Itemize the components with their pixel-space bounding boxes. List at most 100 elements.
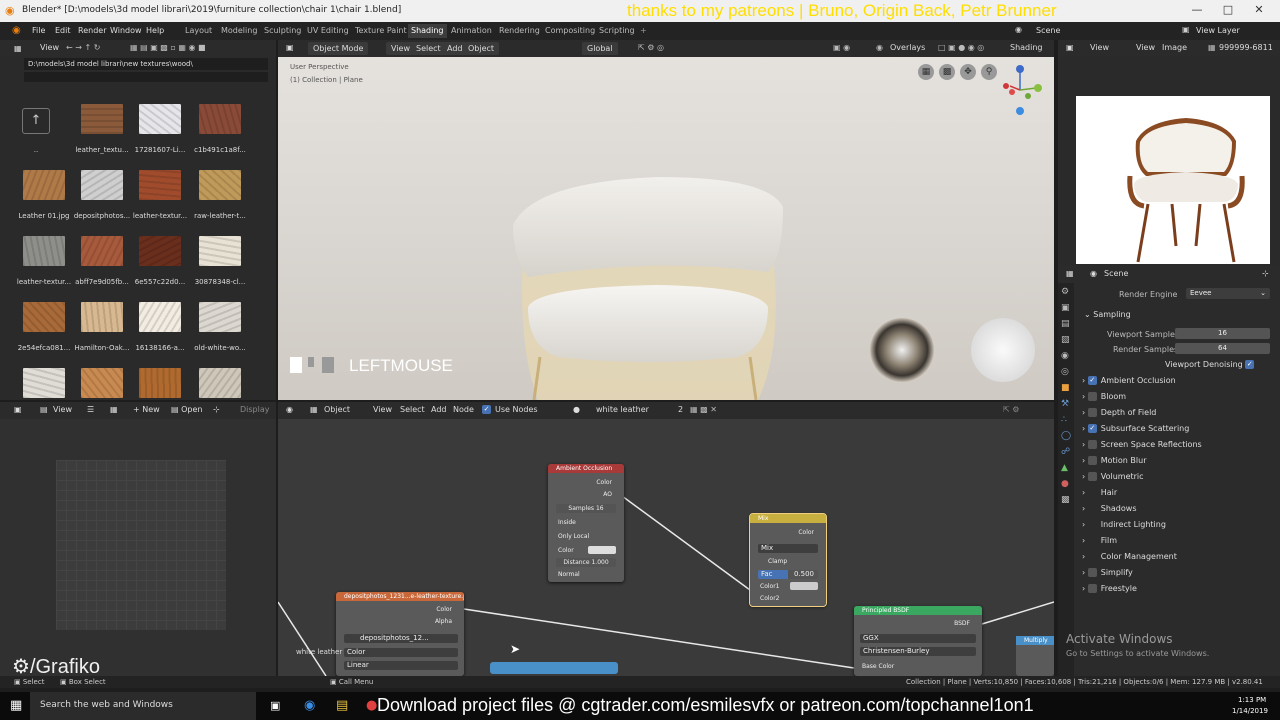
viewport-denoising-checkbox[interactable]: Viewport Denoising ✓ [1165, 360, 1258, 369]
data-tab-icon[interactable]: ▲ [1061, 463, 1068, 473]
viewport-object-menu[interactable]: Object [463, 42, 500, 55]
3d-viewport[interactable]: ▣ Object Mode View Select Add Object Glo… [278, 40, 1054, 400]
viewport-editor-icon[interactable]: ▣ [286, 43, 294, 52]
edge-browser-icon[interactable]: ◉ [304, 698, 315, 713]
file-name-label[interactable]: leather-textur... [128, 212, 192, 220]
file-browser-view-menu[interactable]: View [40, 43, 59, 52]
taskbar-search-box[interactable]: Search the web and Windows [30, 692, 256, 720]
tab-shading[interactable]: Shading [408, 24, 447, 38]
overlays-dropdown[interactable]: Overlays [890, 43, 925, 52]
render-panel-header[interactable]: › Shadows [1082, 504, 1136, 513]
file-thumbnail[interactable] [23, 302, 65, 332]
file-thumbnail[interactable] [81, 302, 123, 332]
uv-grid[interactable] [56, 460, 226, 630]
file-name-label[interactable]: depositphotos... [70, 212, 134, 220]
panel-enable-checkbox[interactable] [1087, 440, 1097, 449]
file-name-label[interactable]: c1b491c1a8f... [188, 146, 252, 154]
file-name-label[interactable]: raw-leather-t... [188, 212, 252, 220]
parent-folder-icon[interactable]: ↑ [22, 108, 50, 134]
image-browse-icon[interactable]: ▦ [1208, 43, 1216, 52]
texture-tab-icon[interactable]: ▩ [1061, 495, 1070, 505]
ao-color-swatch[interactable] [588, 546, 616, 554]
tab-scripting[interactable]: Scripting [599, 26, 635, 35]
pan-view-icon[interactable]: ✥ [960, 64, 976, 80]
file-thumbnail[interactable] [23, 368, 65, 398]
file-name-label[interactable]: 16138166-a... [128, 344, 192, 352]
viewport-select-menu[interactable]: Select [411, 42, 446, 55]
grid-view-icon[interactable]: ▩ [939, 64, 955, 80]
display-mode-icon[interactable]: ▦ ▤ ▣ ▩ ▫ ▦ ◉ ■ [130, 43, 206, 52]
render-panel-header[interactable]: › Bloom [1082, 392, 1126, 401]
file-name-label[interactable]: 30878348-cl... [188, 278, 252, 286]
image-browse-icon[interactable]: ▦ [110, 405, 118, 414]
file-thumbnail[interactable] [199, 302, 241, 332]
render-samples-field[interactable]: 64 [1175, 343, 1270, 354]
mix-fac-field[interactable]: Fac 0.500 [758, 570, 818, 579]
display-menu[interactable]: Display [240, 405, 270, 414]
particles-tab-icon[interactable]: ∴ [1061, 415, 1067, 425]
render-panel-header[interactable]: › Hair [1082, 488, 1117, 497]
file-thumbnail[interactable] [199, 170, 241, 200]
ao-inside-checkbox[interactable]: Inside [558, 519, 576, 526]
file-thumbnail[interactable] [139, 236, 181, 266]
overlays-icon[interactable]: ◉ [876, 43, 883, 52]
tool-tab-icon[interactable]: ⚙ [1061, 287, 1069, 297]
file-thumbnail[interactable] [81, 104, 123, 134]
render-panel-header[interactable]: › Freestyle [1082, 584, 1137, 593]
render-panel-header[interactable]: › Simplify [1082, 568, 1133, 577]
ao-node-title[interactable]: Ambient Occlusion [548, 464, 624, 473]
file-name-label[interactable]: leather-textur... [12, 278, 76, 286]
render-tab-icon[interactable]: ▣ [1061, 303, 1070, 313]
nav-back-icon[interactable]: ← → ↑ ↻ [66, 43, 100, 52]
uv-editor-icon[interactable]: ▣ [14, 405, 22, 414]
material-tab-icon[interactable]: ● [1061, 479, 1069, 489]
viewport-samples-field[interactable]: 16 [1175, 328, 1270, 339]
mix-blend-dropdown[interactable]: Mix [758, 544, 818, 553]
file-thumbnail[interactable] [139, 302, 181, 332]
directory-path-field[interactable]: D:\models\3d model librari\new textures\… [24, 58, 268, 70]
file-name-label[interactable]: 6e557c22d0... [128, 278, 192, 286]
world-tab-icon[interactable]: ◎ [1061, 367, 1069, 377]
visibility-icon[interactable]: ▣ ◉ [833, 43, 850, 52]
axis-gizmo-icon[interactable] [998, 62, 1048, 118]
properties-editor-icon[interactable]: ▦ [1066, 269, 1074, 278]
file-thumbnail[interactable] [81, 236, 123, 266]
image-editor-icon[interactable]: ▣ [1066, 43, 1074, 52]
minimize-icon[interactable]: — [1185, 3, 1209, 19]
modifier-tab-icon[interactable]: ⚒ [1061, 399, 1069, 409]
image-editor-view2-menu[interactable]: View [1136, 43, 1155, 52]
file-name-label[interactable]: Leather 01.jpg [12, 212, 76, 220]
file-thumbnail[interactable] [23, 170, 65, 200]
shader-node-editor[interactable]: ◉ ▦ Object View Select Add Node ✓ Use Nod… [278, 402, 1054, 676]
open-image-button[interactable]: ▤ Open [171, 405, 202, 414]
render-panel-header[interactable]: › Film [1082, 536, 1117, 545]
mix-color1-swatch[interactable] [790, 582, 818, 590]
filename-field[interactable] [24, 72, 268, 82]
panel-enable-checkbox[interactable] [1087, 392, 1097, 401]
file-explorer-icon[interactable]: ▤ [336, 698, 348, 713]
camera-view-icon[interactable]: ▦ [918, 64, 934, 80]
image-editor-image-menu[interactable]: Image [1162, 43, 1187, 52]
blender-menu-icon[interactable]: ◉ [12, 25, 21, 36]
snap-icon[interactable]: ⇱ ⚙ ◎ [638, 43, 664, 52]
multiply-node[interactable]: Multiply [1016, 636, 1054, 676]
file-thumbnail[interactable] [139, 104, 181, 134]
file-name-label[interactable]: leather_textu... [70, 146, 134, 154]
image-texture-node[interactable]: depositphotos_1231...e-leather-texture.j… [336, 592, 464, 676]
close-icon[interactable]: ✕ [1247, 3, 1271, 19]
file-thumbnail[interactable] [139, 368, 181, 398]
object-tab-icon[interactable]: ■ [1061, 383, 1070, 393]
scene-tab-icon[interactable]: ◉ [1061, 351, 1069, 361]
ao-samples-field[interactable]: Samples 16 [556, 504, 616, 513]
file-thumbnail[interactable] [199, 236, 241, 266]
panel-enable-checkbox[interactable] [1087, 584, 1097, 593]
file-name-label[interactable]: Hamilton-Oak... [70, 344, 134, 352]
panel-enable-checkbox[interactable] [1087, 408, 1097, 417]
render-panel-header[interactable]: › ✓ Subsurface Scattering [1082, 424, 1189, 433]
panel-enable-checkbox[interactable] [1087, 568, 1097, 577]
tab-animation[interactable]: Animation [451, 26, 492, 35]
panel-enable-checkbox[interactable]: ✓ [1087, 376, 1097, 385]
transform-orientation-dropdown[interactable]: Global [582, 42, 618, 55]
file-thumbnail[interactable] [199, 104, 241, 134]
file-name-label[interactable]: 17281607-Li... [128, 146, 192, 154]
